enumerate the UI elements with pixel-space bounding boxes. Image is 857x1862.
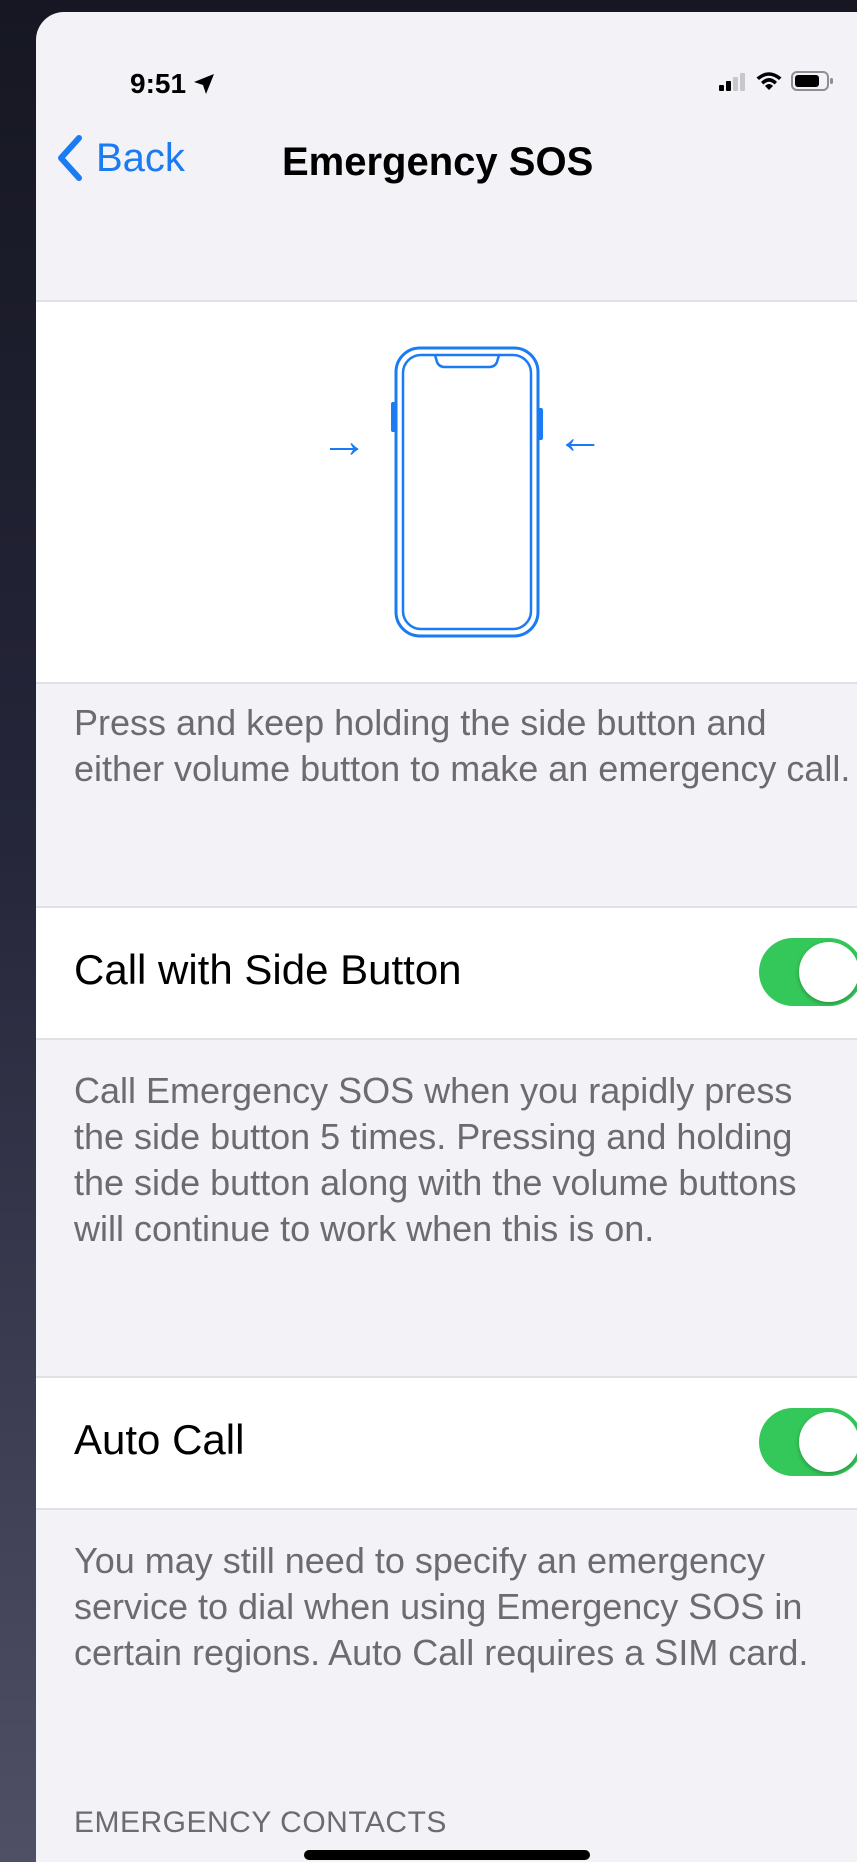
wifi-icon xyxy=(756,72,782,90)
phone-screen: 9:51 Back Emergency SOS → ← Press and ke… xyxy=(36,12,857,1862)
auto-call-footer: You may still need to specify an emergen… xyxy=(74,1540,809,1673)
back-button-label: Back xyxy=(96,135,185,180)
settings-row-auto-call: Auto Call xyxy=(36,1376,857,1510)
emergency-contacts-header: EMERGENCY CONTACTS xyxy=(74,1806,447,1839)
toggle-knob xyxy=(799,1412,857,1472)
chevron-left-icon xyxy=(58,135,82,181)
auto-call-label: Auto Call xyxy=(74,1416,245,1463)
page-title: Emergency SOS xyxy=(282,140,594,184)
arrow-right-icon: → xyxy=(320,415,368,468)
call-with-side-button-label: Call with Side Button xyxy=(74,946,462,993)
auto-call-toggle[interactable] xyxy=(759,1408,857,1476)
location-arrow-icon xyxy=(194,74,215,94)
intro-footer-text: Press and keep holding the side button a… xyxy=(74,702,851,789)
arrow-left-icon: ← xyxy=(556,411,604,464)
call-with-side-button-footer: Call Emergency SOS when you rapidly pres… xyxy=(74,1070,797,1249)
call-with-side-button-toggle[interactable] xyxy=(759,938,857,1006)
back-button[interactable]: Back xyxy=(56,134,185,182)
home-indicator[interactable] xyxy=(304,1850,590,1860)
battery-icon xyxy=(791,71,833,91)
settings-row-call-with-side-button: Call with Side Button xyxy=(36,906,857,1040)
illustration-panel: → ← xyxy=(36,300,857,684)
phone-side-buttons-icon xyxy=(391,346,543,638)
toggle-knob xyxy=(799,942,857,1002)
status-time: 9:51 xyxy=(130,68,216,100)
status-indicators xyxy=(719,70,835,92)
status-time-text: 9:51 xyxy=(130,68,187,99)
cellular-signal-icon xyxy=(719,73,745,91)
